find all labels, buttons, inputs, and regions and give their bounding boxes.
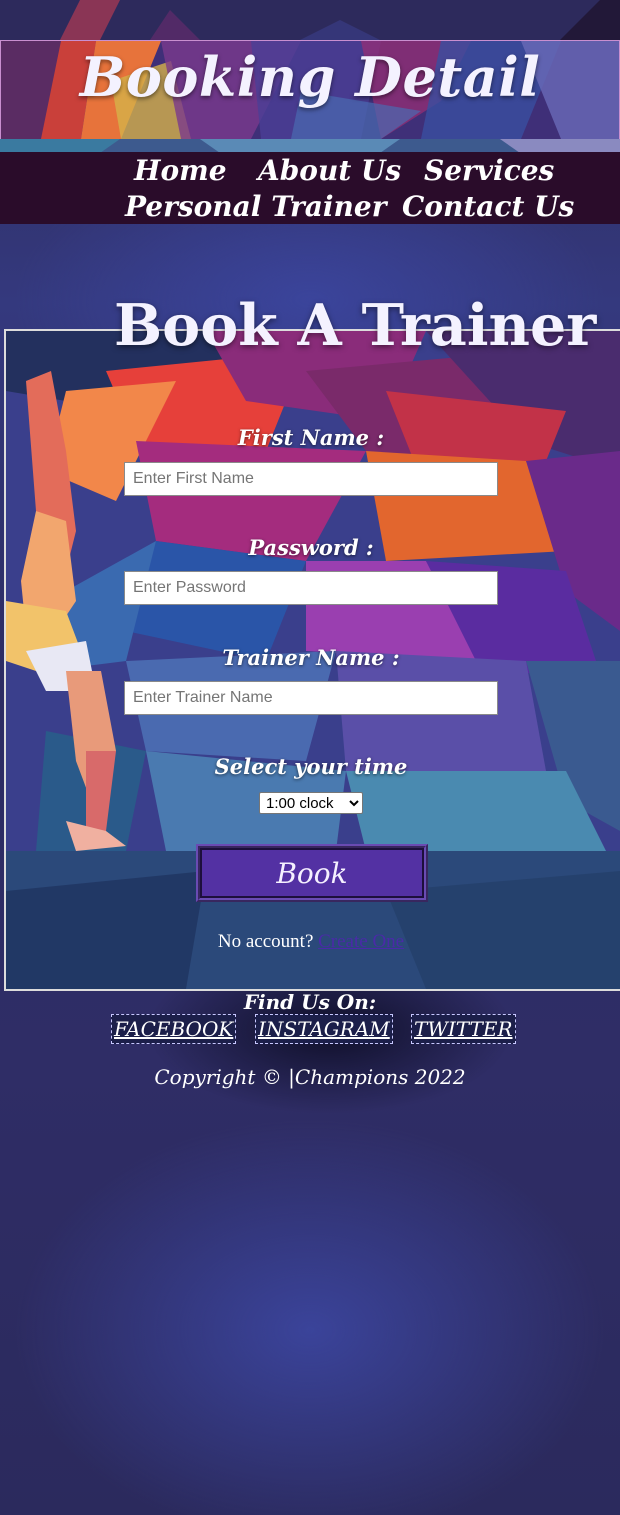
- nav-link-contact-us[interactable]: Contact Us: [402, 190, 574, 223]
- twitter-link[interactable]: TWITTER: [411, 1014, 516, 1044]
- password-label: Password :: [248, 535, 374, 560]
- nav-link-personal-trainer[interactable]: Personal Trainer: [125, 190, 386, 223]
- first-name-input[interactable]: [124, 462, 498, 496]
- top-artwork-strip: [0, 0, 620, 40]
- password-input[interactable]: [124, 571, 498, 605]
- main-navigation: Home About Us Services Personal Trainer …: [0, 152, 620, 224]
- nav-link-services[interactable]: Services: [424, 154, 554, 187]
- trainer-name-input[interactable]: [124, 681, 498, 715]
- page-title: Booking Detail: [79, 45, 541, 109]
- book-button[interactable]: Book: [196, 844, 428, 902]
- booking-form-fields: First Name : Password : Trainer Name : S…: [4, 329, 618, 987]
- no-account-row: No account? Create One: [4, 931, 618, 953]
- create-account-link[interactable]: Create One: [318, 931, 404, 952]
- header-artwork-strip: [0, 138, 620, 152]
- facebook-link[interactable]: FACEBOOK: [111, 1014, 237, 1044]
- no-account-text: No account?: [217, 931, 314, 952]
- trainer-name-label: Trainer Name :: [222, 645, 400, 670]
- nav-link-about-us[interactable]: About Us: [258, 154, 401, 187]
- copyright-text: Copyright © |Champions 2022: [154, 1065, 466, 1089]
- select-time-label: Select your time: [214, 754, 408, 779]
- time-select[interactable]: 1:00 clock: [259, 792, 363, 814]
- find-us-heading: Find Us On:: [243, 990, 377, 1014]
- first-name-label: First Name :: [237, 425, 385, 450]
- instagram-link[interactable]: INSTAGRAM: [255, 1014, 393, 1044]
- header-banner: Booking Detail: [0, 40, 620, 140]
- nav-link-home[interactable]: Home: [134, 154, 227, 187]
